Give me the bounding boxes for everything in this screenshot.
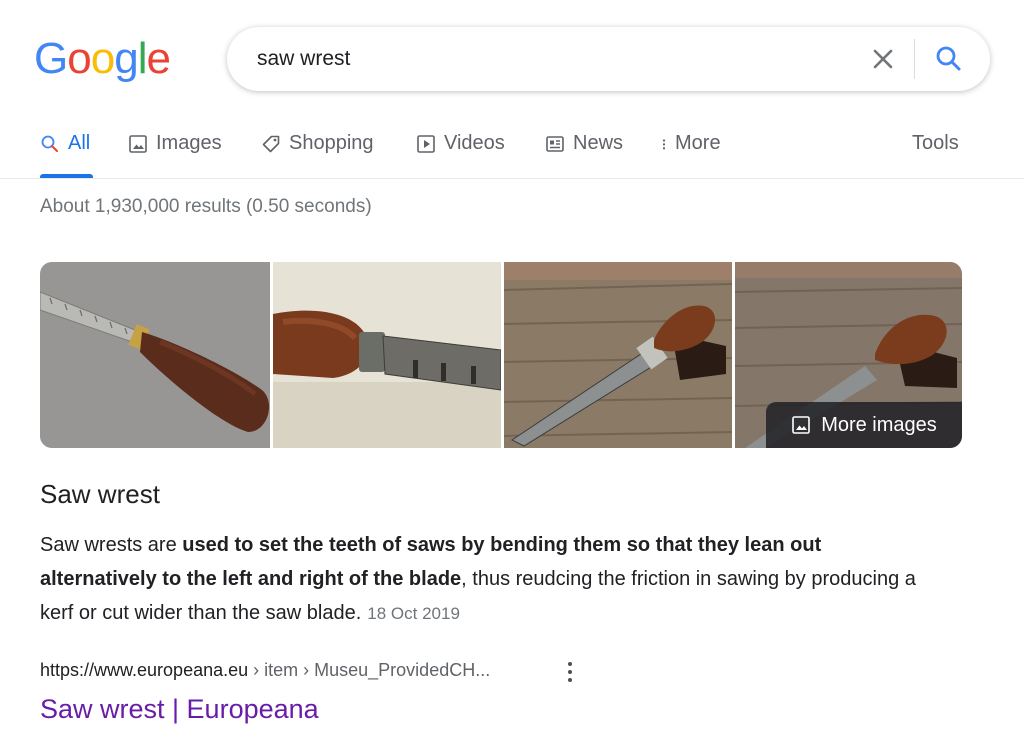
search-box[interactable]: saw wrest	[227, 27, 990, 91]
tools-button[interactable]: Tools	[912, 132, 959, 155]
search-icon[interactable]	[933, 43, 965, 75]
tab-label: Images	[156, 132, 222, 154]
saw-wrest-image	[273, 262, 501, 448]
search-tabs: All Images Shopping Videos News More Too…	[0, 120, 1024, 179]
close-icon[interactable]	[867, 43, 899, 75]
logo-letter: o	[90, 34, 116, 83]
result-breadcrumb: › item › Museu_ProvidedCH...	[248, 660, 491, 680]
logo-letter: g	[114, 34, 139, 83]
tab-more[interactable]: More	[657, 132, 721, 155]
search-input[interactable]: saw wrest	[257, 47, 350, 71]
image-icon	[129, 134, 147, 153]
image-thumbnail[interactable]	[40, 262, 270, 448]
result-domain: https://www.europeana.eu	[40, 660, 249, 680]
logo-letter: e	[146, 34, 171, 83]
tab-videos[interactable]: Videos	[416, 132, 505, 155]
tab-label: More	[675, 132, 721, 154]
tab-all[interactable]: All	[40, 132, 90, 155]
tools-label: Tools	[912, 132, 959, 154]
tab-label: All	[68, 132, 91, 154]
more-images-label: More images	[821, 413, 937, 436]
image-thumbnail[interactable]: More images	[735, 262, 962, 448]
tab-label: Videos	[444, 132, 505, 154]
search-icon	[41, 135, 58, 152]
snippet-date: 18 Oct 2019	[367, 604, 460, 623]
image-thumbnail[interactable]	[273, 262, 501, 448]
more-images-button[interactable]: More images	[766, 402, 962, 448]
google-logo[interactable]: Google	[34, 34, 171, 84]
logo-letter: o	[67, 34, 92, 83]
news-icon	[546, 135, 564, 152]
search-divider	[914, 39, 915, 79]
saw-wrest-image	[504, 262, 732, 448]
saw-wrest-image	[40, 262, 270, 448]
snippet-heading: Saw wrest	[40, 479, 160, 509]
play-icon	[417, 134, 435, 153]
tab-images[interactable]: Images	[128, 132, 222, 155]
image-strip: More images	[40, 262, 962, 448]
image-thumbnail[interactable]	[504, 262, 732, 448]
snippet-description: Saw wrests are used to set the teeth of …	[40, 528, 940, 631]
result-url[interactable]: https://www.europeana.eu › item › Museu_…	[40, 660, 490, 681]
more-vert-icon	[662, 138, 666, 149]
tab-label: News	[573, 132, 624, 154]
active-tab-indicator	[40, 174, 93, 178]
tab-label: Shopping	[289, 132, 374, 154]
result-stats: About 1,930,000 results (0.50 seconds)	[40, 196, 372, 217]
tab-shopping[interactable]: Shopping	[261, 132, 374, 155]
image-icon	[792, 416, 810, 434]
result-title-link[interactable]: Saw wrest | Europeana	[40, 694, 319, 725]
tag-icon	[262, 135, 280, 152]
logo-letter: G	[34, 34, 68, 83]
snippet-text: Saw wrests are	[40, 534, 183, 556]
more-options-icon[interactable]	[562, 658, 578, 686]
tab-news[interactable]: News	[545, 132, 623, 155]
